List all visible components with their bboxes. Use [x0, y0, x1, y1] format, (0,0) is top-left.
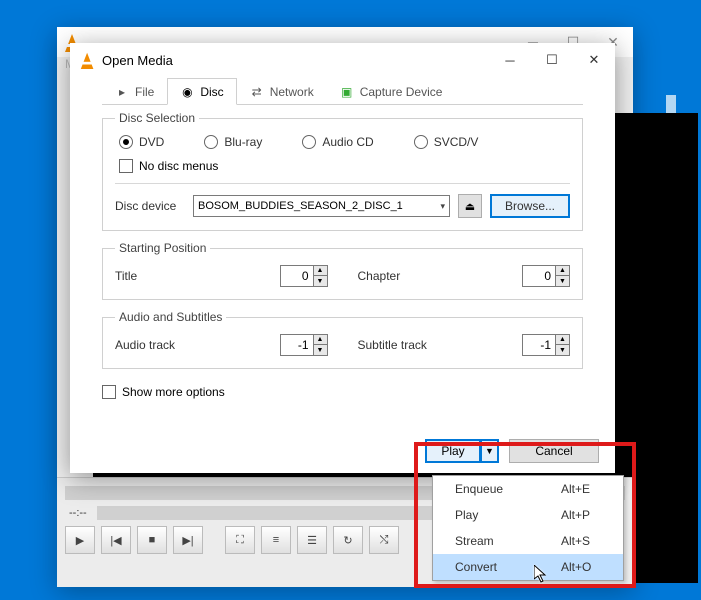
browse-button[interactable]: Browse...: [490, 194, 570, 218]
subtitle-track-stepper[interactable]: ▲▼: [522, 334, 570, 356]
tab-file[interactable]: ▸ File: [102, 78, 167, 105]
eject-button[interactable]: ⏏: [458, 194, 482, 218]
cursor-icon: [534, 565, 548, 587]
title-input[interactable]: [281, 266, 313, 286]
no-disc-menus-label: No disc menus: [139, 159, 218, 173]
audio-track-stepper[interactable]: ▲▼: [280, 334, 328, 356]
spin-up-icon[interactable]: ▲: [313, 335, 327, 345]
tab-label: Capture Device: [360, 85, 443, 99]
disc-icon: ◉: [180, 85, 194, 99]
subtitle-track-label: Subtitle track: [358, 338, 523, 352]
prev-icon[interactable]: |◀: [101, 526, 131, 554]
spin-down-icon[interactable]: ▼: [555, 345, 569, 355]
fullscreen-icon[interactable]: ⛶: [225, 526, 255, 554]
spin-up-icon[interactable]: ▲: [313, 266, 327, 276]
menu-play[interactable]: PlayAlt+P: [433, 502, 623, 528]
menu-enqueue[interactable]: EnqueueAlt+E: [433, 476, 623, 502]
title-stepper[interactable]: ▲▼: [280, 265, 328, 287]
cancel-button[interactable]: Cancel: [509, 439, 599, 463]
tab-label: File: [135, 85, 154, 99]
group-legend: Disc Selection: [115, 111, 199, 125]
random-icon[interactable]: ⤭: [369, 526, 399, 554]
dialog-maximize-icon[interactable]: ☐: [531, 43, 573, 77]
tab-label: Disc: [200, 85, 223, 99]
tab-capture[interactable]: ▣ Capture Device: [327, 78, 456, 105]
play-dropdown-menu: EnqueueAlt+E PlayAlt+P StreamAlt+S Conve…: [432, 475, 624, 581]
spin-down-icon[interactable]: ▼: [555, 276, 569, 286]
tab-label: Network: [270, 85, 314, 99]
radio-audiocd[interactable]: Audio CD: [302, 135, 373, 149]
tab-bar: ▸ File ◉ Disc ⇄ Network ▣ Capture Device: [102, 77, 583, 105]
stop-icon[interactable]: ■: [137, 526, 167, 554]
network-icon: ⇄: [250, 85, 264, 99]
disc-device-select[interactable]: BOSOM_BUDDIES_SEASON_2_DISC_1 ▾: [193, 195, 450, 217]
spin-down-icon[interactable]: ▼: [313, 345, 327, 355]
open-media-dialog: Open Media ─ ☐ ✕ ▸ File ◉ Disc ⇄ Network…: [70, 43, 615, 473]
spin-up-icon[interactable]: ▲: [555, 335, 569, 345]
tab-disc[interactable]: ◉ Disc: [167, 78, 236, 105]
menu-convert[interactable]: ConvertAlt+O: [433, 554, 623, 580]
play-dropdown-toggle[interactable]: ▼: [481, 439, 499, 463]
spin-up-icon[interactable]: ▲: [555, 266, 569, 276]
audio-track-label: Audio track: [115, 338, 280, 352]
radio-bluray[interactable]: Blu-ray: [204, 135, 262, 149]
ext-icon[interactable]: ≡: [261, 526, 291, 554]
audio-subtitles-group: Audio and Subtitles Audio track ▲▼ Subti…: [102, 310, 583, 369]
show-more-checkbox[interactable]: [102, 385, 116, 399]
radio-dvd[interactable]: DVD: [119, 135, 164, 149]
loop-icon[interactable]: ↻: [333, 526, 363, 554]
play-button: Play: [425, 439, 481, 463]
time-elapsed: --:--: [69, 507, 87, 519]
dialog-close-icon[interactable]: ✕: [573, 43, 615, 77]
file-icon: ▸: [115, 85, 129, 99]
audio-track-input[interactable]: [281, 335, 313, 355]
dialog-minimize-icon[interactable]: ─: [489, 43, 531, 77]
subtitle-track-input[interactable]: [523, 335, 555, 355]
menu-stream[interactable]: StreamAlt+S: [433, 528, 623, 554]
play-split-button[interactable]: Play ▼: [425, 439, 499, 463]
spin-down-icon[interactable]: ▼: [313, 276, 327, 286]
group-legend: Audio and Subtitles: [115, 310, 226, 324]
chapter-label: Chapter: [358, 269, 523, 283]
show-more-options[interactable]: Show more options: [102, 385, 225, 399]
disc-selection-group: Disc Selection DVD Blu-ray Audio CD SVCD…: [102, 111, 583, 231]
no-disc-menus-checkbox[interactable]: [119, 159, 133, 173]
tab-network[interactable]: ⇄ Network: [237, 78, 327, 105]
chevron-down-icon: ▾: [440, 201, 445, 212]
chapter-stepper[interactable]: ▲▼: [522, 265, 570, 287]
disc-device-label: Disc device: [115, 199, 185, 213]
starting-position-group: Starting Position Title ▲▼ Chapter ▲▼: [102, 241, 583, 300]
title-label: Title: [115, 269, 280, 283]
chapter-input[interactable]: [523, 266, 555, 286]
dialog-title: Open Media: [102, 53, 173, 68]
group-legend: Starting Position: [115, 241, 210, 255]
playlist-icon[interactable]: ☰: [297, 526, 327, 554]
capture-icon: ▣: [340, 85, 354, 99]
next-icon[interactable]: ▶|: [173, 526, 203, 554]
vlc-cone-icon: [81, 51, 95, 69]
radio-svcd[interactable]: SVCD/V: [414, 135, 479, 149]
play-icon[interactable]: ▶: [65, 526, 95, 554]
